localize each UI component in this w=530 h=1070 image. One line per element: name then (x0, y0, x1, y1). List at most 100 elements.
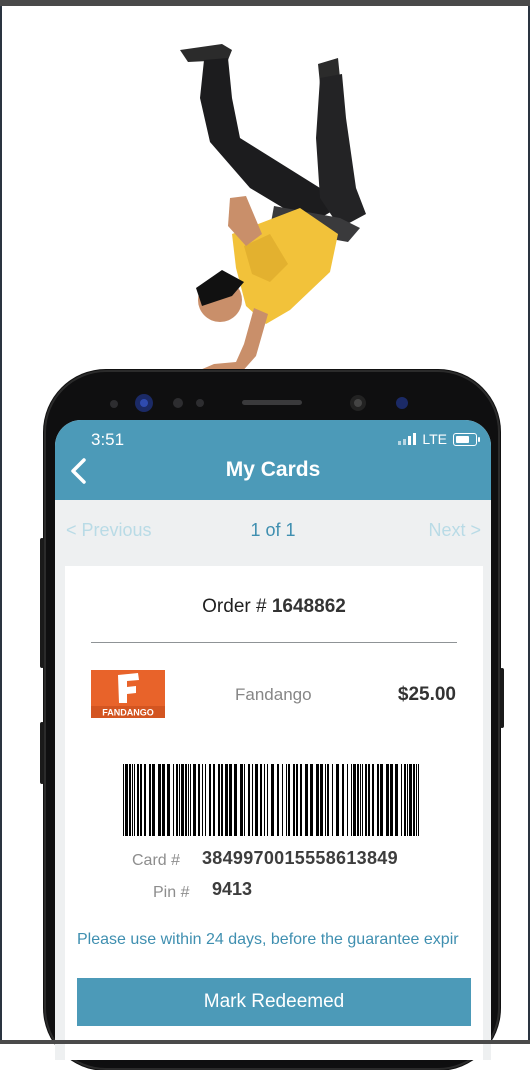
barcode-bar (125, 764, 128, 836)
barcode-bar (260, 764, 262, 836)
logo-wordmark: FANDANGO (102, 708, 154, 718)
card-number-label: Card # (132, 852, 181, 869)
barcode-bar (365, 764, 367, 836)
breakdancer-illustration (180, 44, 366, 376)
barcode-bar (218, 764, 220, 836)
merchant-name: Fandango (235, 685, 312, 704)
barcode-bar (380, 764, 383, 836)
barcode-bar (252, 764, 253, 836)
barcode-bar (305, 764, 308, 836)
barcode-bar (271, 764, 274, 836)
phone-side-button-left (40, 538, 44, 668)
barcode-bar (264, 764, 265, 836)
phone-volume-button (40, 722, 44, 784)
barcode-bar (390, 764, 393, 836)
signal-icon (398, 433, 417, 445)
phone-screen: 3:51 LTE My Cards < Previous 1 of 1 Next… (55, 420, 491, 1060)
barcode-bar (300, 764, 302, 836)
phone-power-button (500, 668, 504, 728)
barcode-bar (129, 764, 131, 836)
barcode-bar (188, 764, 189, 836)
barcode-bar (202, 764, 203, 836)
barcode-bar (332, 764, 333, 836)
barcode-bar (377, 764, 379, 836)
barcode-bar (240, 764, 243, 836)
barcode-bar (282, 764, 283, 836)
pin-label: Pin # (153, 884, 190, 901)
barcode-bar (409, 764, 412, 836)
page-count: 1 of 1 (250, 520, 296, 540)
order-id: 1648862 (271, 596, 346, 617)
barcode-bar (144, 764, 146, 836)
mark-redeemed-button[interactable]: Mark Redeemed (77, 978, 471, 1026)
barcode-bar (351, 764, 352, 836)
barcode-bar (123, 764, 124, 836)
barcode-bar (325, 764, 326, 836)
barcode-bar (173, 764, 174, 836)
barcode-bar (158, 764, 161, 836)
card-pager: < Previous 1 of 1 Next > (55, 500, 491, 562)
card-number: 3849970015558613849 (202, 848, 398, 868)
barcode-bar (229, 764, 232, 836)
card-amount: $25.00 (397, 684, 456, 705)
barcode-bar (395, 764, 398, 836)
barcode-bar (416, 764, 417, 836)
barcode-bar (162, 764, 165, 836)
network-label: LTE (422, 431, 447, 447)
status-indicators: LTE (398, 431, 480, 447)
order-number: Order # 1648862 (65, 596, 483, 618)
barcode-bar (401, 764, 402, 836)
gift-card-panel: Order # 1648862 FANDANGO Fandango $25.00… (65, 566, 483, 1060)
app-header: 3:51 LTE My Cards (55, 420, 491, 500)
barcode-bar (176, 764, 178, 836)
next-button[interactable]: Next > (428, 520, 481, 541)
page-title: My Cards (225, 458, 321, 481)
barcode-bar (244, 764, 245, 836)
barcode-bar (190, 764, 191, 836)
barcode-bar (288, 764, 290, 836)
barcode-bar (413, 764, 415, 836)
barcode-bar (327, 764, 329, 836)
barcode-bar (152, 764, 155, 836)
barcode-bar (255, 764, 258, 836)
order-prefix: Order # (202, 596, 272, 617)
status-time: 3:51 (91, 430, 125, 449)
barcode-bar (132, 764, 133, 836)
barcode-bar (221, 764, 223, 836)
barcode-bar (316, 764, 319, 836)
barcode-bar (310, 764, 313, 836)
barcode-bar (181, 764, 184, 836)
barcode-bar (386, 764, 389, 836)
barcode-bar (407, 764, 408, 836)
barcode-bar (342, 764, 344, 836)
battery-icon (453, 432, 480, 446)
barcode-bar (213, 764, 215, 836)
fandango-logo: FANDANGO (91, 670, 165, 718)
barcode-bar (193, 764, 196, 836)
barcode-bar (368, 764, 370, 836)
barcode-bar (225, 764, 228, 836)
expiry-notice: Please use within 24 days, before the gu… (77, 931, 459, 948)
barcode-bar (140, 764, 142, 836)
barcode-bar (353, 764, 356, 836)
barcode-bar (267, 764, 268, 836)
barcode-bar (167, 764, 170, 836)
barcode-bar (185, 764, 187, 836)
frame-top-border (0, 0, 530, 6)
barcode (123, 764, 419, 836)
barcode-bar (347, 764, 348, 836)
barcode-bar (149, 764, 151, 836)
barcode-bar (137, 764, 139, 836)
barcode-bar (205, 764, 206, 836)
barcode-bar (277, 764, 279, 836)
barcode-bar (404, 764, 406, 836)
barcode-bar (320, 764, 323, 836)
left-edge-line (0, 6, 2, 1040)
barcode-bar (293, 764, 295, 836)
barcode-bar (296, 764, 298, 836)
barcode-bar (134, 764, 135, 836)
barcode-bar (248, 764, 250, 836)
pin-number: 9413 (212, 879, 253, 899)
frame-bottom-border (0, 1040, 530, 1044)
divider (91, 642, 457, 643)
